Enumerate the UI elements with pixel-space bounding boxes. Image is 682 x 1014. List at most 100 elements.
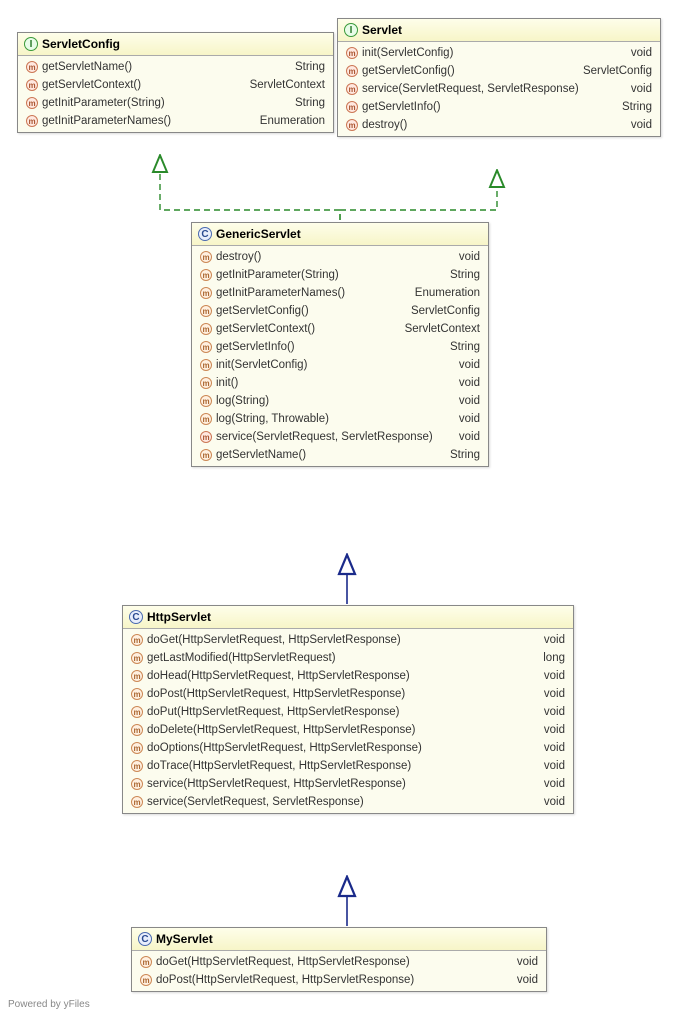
method-row: m log(String, Throwable) void	[192, 410, 488, 428]
method-left: mlog(String)	[200, 395, 269, 407]
method-row: mdoDelete(HttpServletRequest, HttpServle…	[123, 721, 573, 739]
method-name: service(ServletRequest, ServletResponse)	[147, 796, 364, 808]
public-method-icon: m	[200, 449, 212, 461]
abstract-method-icon: m	[346, 47, 358, 59]
public-method-icon: m	[200, 359, 212, 371]
abstract-method-icon: m	[200, 431, 212, 443]
method-left: mgetLastModified(HttpServletRequest)	[131, 652, 336, 664]
public-method-icon: m	[131, 634, 143, 646]
interface-icon: I	[344, 23, 358, 37]
method-name: service(ServletRequest, ServletResponse)	[216, 431, 433, 443]
method-name: getServletName()	[42, 61, 132, 73]
method-left: m service(ServletRequest, ServletResponse…	[131, 796, 364, 808]
method-name: log(String)	[216, 395, 269, 407]
method-name: getServletContext()	[216, 323, 315, 335]
method-name: log(String, Throwable)	[216, 413, 329, 425]
abstract-method-icon: m	[346, 65, 358, 77]
footer-text: Powered by yFiles	[8, 999, 90, 1010]
abstract-method-icon: m	[346, 119, 358, 131]
public-method-icon: m	[131, 796, 143, 808]
method-left: mdestroy()	[200, 251, 261, 263]
method-left: mgetServletConfig()	[200, 305, 309, 317]
method-return-type: long	[543, 652, 565, 664]
public-method-icon: m	[200, 341, 212, 353]
public-method-icon: m	[131, 670, 143, 682]
method-left: minit(ServletConfig)	[200, 359, 307, 371]
method-name: service(HttpServletRequest, HttpServletR…	[147, 778, 406, 790]
method-name: destroy()	[362, 119, 407, 131]
method-left: m destroy()	[346, 119, 407, 131]
method-name: doTrace(HttpServletRequest, HttpServletR…	[147, 760, 411, 772]
method-left: mgetInitParameter(String)	[26, 97, 165, 109]
method-row: m doGet(HttpServletRequest, HttpServletRe…	[132, 953, 546, 971]
public-method-icon: m	[131, 778, 143, 790]
method-left: mgetServletConfig()	[346, 65, 455, 77]
public-method-icon: m	[140, 974, 152, 986]
method-name: doOptions(HttpServletRequest, HttpServle…	[147, 742, 422, 754]
method-left: mservice(ServletRequest, ServletResponse…	[346, 83, 579, 95]
method-name: getInitParameterNames()	[216, 287, 345, 299]
public-method-icon: m	[200, 323, 212, 335]
abstract-method-icon: m	[26, 79, 38, 91]
method-name: getServletConfig()	[216, 305, 309, 317]
method-row: mgetServletName()String	[18, 58, 333, 76]
abstract-method-icon: m	[346, 83, 358, 95]
method-left: mdoPut(HttpServletRequest, HttpServletRe…	[131, 706, 399, 718]
method-left: m getServletContext()	[200, 323, 315, 335]
method-row: mgetInitParameter(String)String	[18, 94, 333, 112]
method-return-type: void	[544, 796, 565, 808]
class-header: C GenericServlet	[192, 223, 488, 246]
method-name: getServletName()	[216, 449, 306, 461]
method-row: mdoPut(HttpServletRequest, HttpServletRe…	[123, 703, 573, 721]
method-name: doPost(HttpServletRequest, HttpServletRe…	[156, 974, 414, 986]
method-return-type: void	[459, 413, 480, 425]
class-header: C MyServlet	[132, 928, 546, 951]
class-body: mgetServletName()StringmgetServletContex…	[18, 56, 333, 132]
method-return-type: void	[544, 706, 565, 718]
method-return-type: void	[459, 395, 480, 407]
method-left: mdoPost(HttpServletRequest, HttpServletR…	[131, 688, 405, 700]
method-row: m doHead(HttpServletRequest, HttpServletR…	[123, 667, 573, 685]
method-return-type: ServletContext	[405, 323, 480, 335]
public-method-icon: m	[200, 287, 212, 299]
method-return-type: String	[622, 101, 652, 113]
class-name: GenericServlet	[216, 227, 301, 241]
connector-layer	[0, 0, 682, 1014]
method-return-type: void	[459, 251, 480, 263]
method-return-type: void	[631, 83, 652, 95]
public-method-icon: m	[131, 742, 143, 754]
method-row: mdestroy()void	[338, 116, 660, 134]
method-left: mdoDelete(HttpServletRequest, HttpServle…	[131, 724, 415, 736]
method-name: init()	[216, 377, 238, 389]
method-left: mgetInitParameter(String)	[200, 269, 339, 281]
method-return-type: Enumeration	[415, 287, 480, 299]
class-body: m doGet(HttpServletRequest, HttpServletRe…	[132, 951, 546, 991]
method-name: doHead(HttpServletRequest, HttpServletRe…	[147, 670, 410, 682]
method-return-type: String	[295, 61, 325, 73]
class-myservlet: C MyServlet m doGet(HttpServletRequest, H…	[131, 927, 547, 992]
method-row: m service(ServletRequest, ServletResponse…	[123, 793, 573, 811]
method-row: m service(ServletRequest, ServletResponse…	[192, 428, 488, 446]
class-icon: C	[138, 932, 152, 946]
method-row: mgetServletName()String	[192, 446, 488, 464]
public-method-icon: m	[200, 377, 212, 389]
method-name: init(ServletConfig)	[362, 47, 453, 59]
public-method-icon: m	[140, 956, 152, 968]
public-method-icon: m	[131, 724, 143, 736]
class-servlet: I Servlet minit(ServletConfig)voidmgetSe…	[337, 18, 661, 137]
method-name: doGet(HttpServletRequest, HttpServletRes…	[156, 956, 410, 968]
method-name: getInitParameterNames()	[42, 115, 171, 127]
method-return-type: void	[544, 778, 565, 790]
method-return-type: String	[450, 269, 480, 281]
method-row: minit(ServletConfig)void	[192, 356, 488, 374]
method-name: getServletInfo()	[216, 341, 295, 353]
method-row: minit(ServletConfig)void	[338, 44, 660, 62]
method-return-type: Enumeration	[260, 115, 325, 127]
class-servletconfig: I ServletConfig mgetServletName()Stringm…	[17, 32, 334, 133]
method-left: mgetServletInfo()	[346, 101, 441, 113]
method-return-type: ServletConfig	[583, 65, 652, 77]
method-left: m init()	[200, 377, 238, 389]
method-return-type: void	[459, 377, 480, 389]
public-method-icon: m	[200, 413, 212, 425]
class-body: mdoGet(HttpServletRequest, HttpServletRe…	[123, 629, 573, 813]
